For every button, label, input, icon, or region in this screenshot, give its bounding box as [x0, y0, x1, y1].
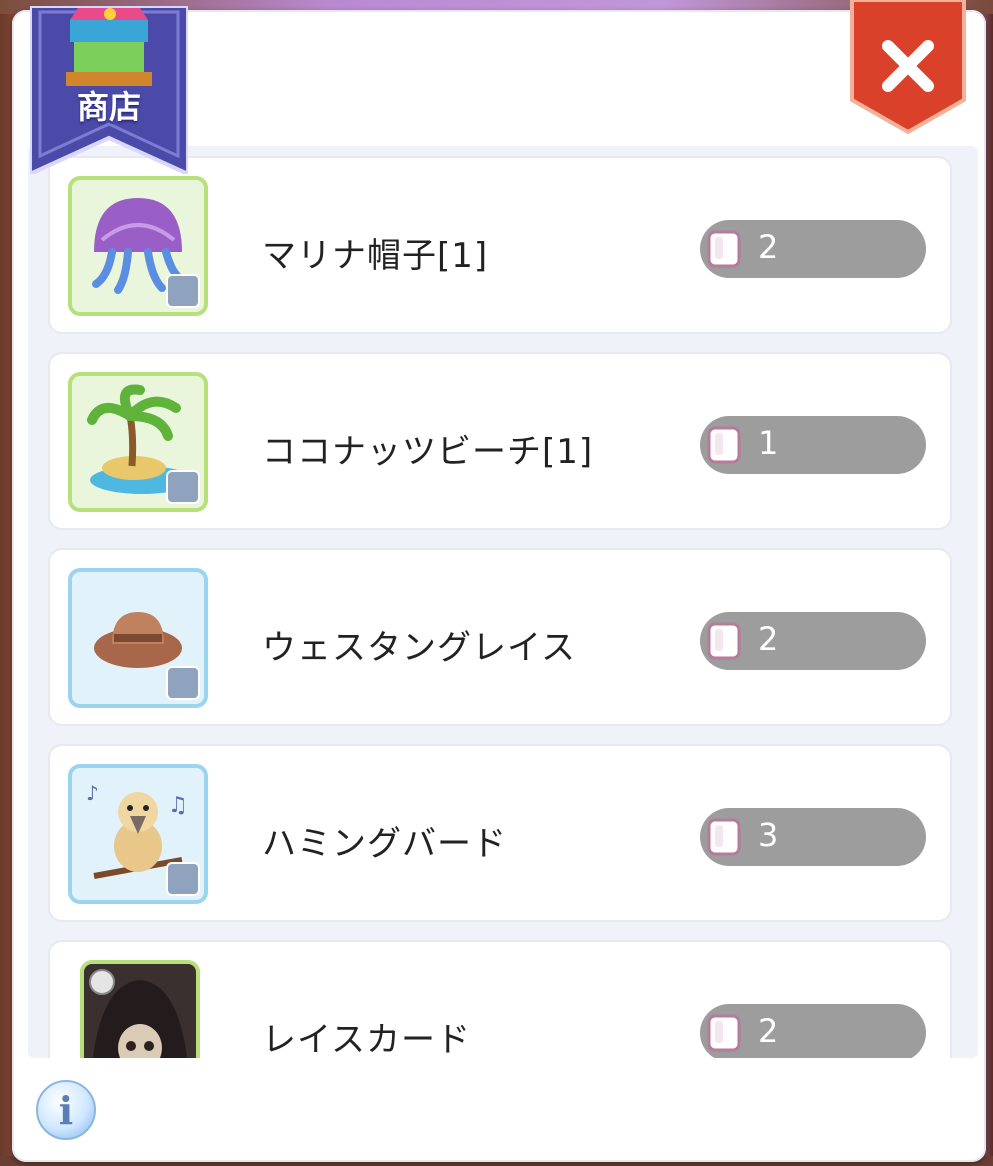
list-item[interactable]: ♪ ♫ ハミングバード 3: [48, 744, 952, 922]
info-button[interactable]: i: [36, 1080, 96, 1140]
wraith-card-icon: [89, 969, 187, 1058]
item-name: ウェスタングレイス: [262, 628, 576, 668]
item-thumbnail[interactable]: [68, 176, 208, 316]
gem-icon: [707, 622, 741, 660]
list-item[interactable]: ウェスタングレイス 2: [48, 548, 952, 726]
item-thumbnail[interactable]: [80, 960, 200, 1058]
list-item[interactable]: レイスカード 2: [48, 940, 952, 1058]
item-price: 1: [758, 424, 779, 462]
price-badge: 2: [700, 1004, 926, 1058]
price-badge: 2: [700, 220, 926, 278]
item-name: レイスカード: [262, 1020, 471, 1058]
item-price: 2: [758, 228, 779, 266]
gem-icon: [707, 818, 741, 856]
shop-title: 商店: [76, 88, 141, 126]
gem-icon: [707, 426, 741, 464]
equipment-tag-icon: [166, 274, 200, 308]
price-badge: 2: [700, 612, 926, 670]
equipment-tag-icon: [166, 666, 200, 700]
list-item[interactable]: ココナッツビーチ[1] 1: [48, 352, 952, 530]
list-item[interactable]: マリナ帽子[1] 2: [48, 156, 952, 334]
gem-icon: [707, 1014, 741, 1052]
item-name: ココナッツビーチ[1]: [262, 432, 594, 472]
item-list[interactable]: マリナ帽子[1] 2 ココナッツビーチ[1] 1 ウェスタングレイス 2 ♪ ♫…: [28, 146, 978, 1058]
item-price: 2: [758, 620, 779, 658]
item-thumbnail[interactable]: ♪ ♫: [68, 764, 208, 904]
price-badge: 3: [700, 808, 926, 866]
gem-icon: [707, 230, 741, 268]
close-icon: [850, 0, 966, 135]
equipment-tag-icon: [166, 862, 200, 896]
info-icon: i: [58, 1088, 74, 1133]
price-badge: 1: [700, 416, 926, 474]
item-thumbnail[interactable]: [68, 568, 208, 708]
item-price: 2: [758, 1012, 779, 1050]
item-name: ハミングバード: [262, 824, 507, 864]
item-price: 3: [758, 816, 779, 854]
shop-banner: 商店: [28, 4, 190, 178]
close-button[interactable]: [850, 0, 966, 136]
equipment-tag-icon: [166, 470, 200, 504]
svg-text:♫: ♫: [168, 793, 188, 818]
item-thumbnail[interactable]: [68, 372, 208, 512]
item-name: マリナ帽子[1]: [262, 236, 489, 276]
svg-text:♪: ♪: [86, 781, 99, 805]
